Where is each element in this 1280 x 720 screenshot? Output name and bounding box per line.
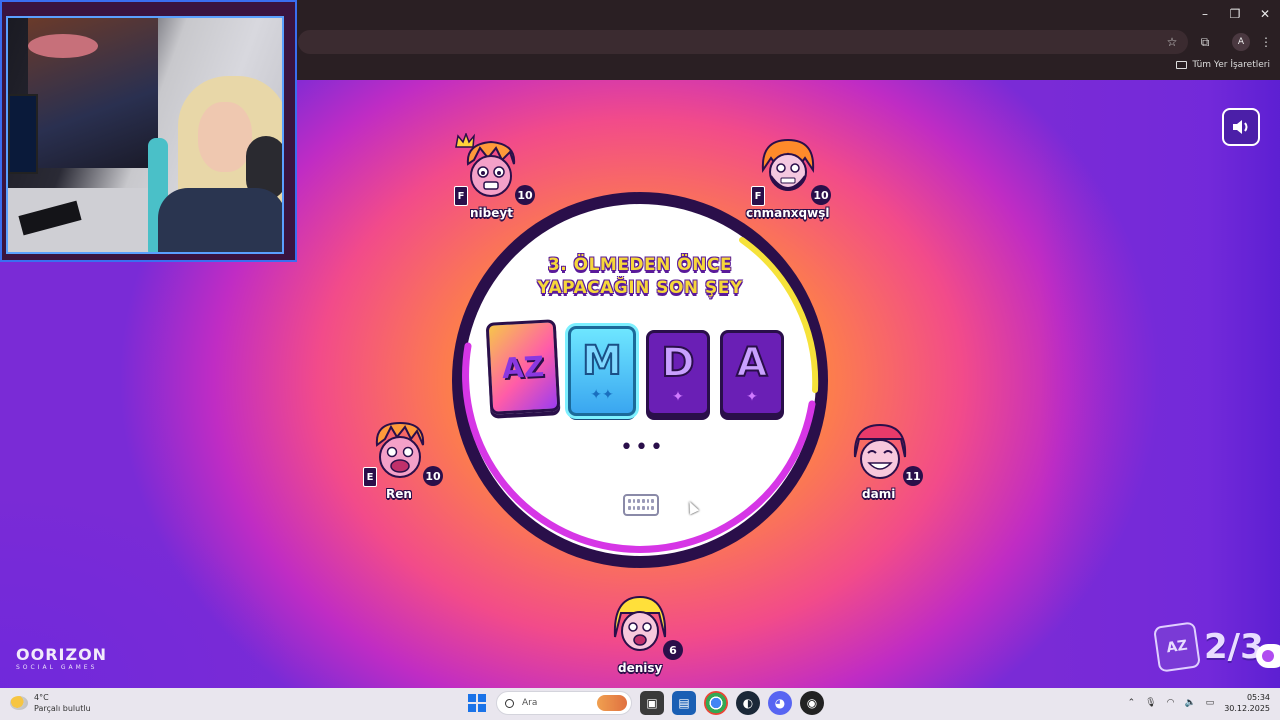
maximize-button[interactable]: ❐ <box>1220 0 1250 28</box>
keyboard-icon[interactable] <box>623 494 659 516</box>
start-button[interactable] <box>466 692 488 714</box>
star-icon[interactable]: ☆ <box>1163 33 1181 51</box>
sound-toggle-button[interactable] <box>1222 108 1260 146</box>
player-score: 10 <box>423 466 443 486</box>
all-bookmarks-link[interactable]: Tüm Yer İşaretleri <box>1176 60 1270 70</box>
player-name: cnmanxqwşl <box>746 206 830 220</box>
discord-icon[interactable]: ◕ <box>768 691 792 715</box>
folder-icon <box>1176 61 1188 69</box>
sparkle-icon: ✦ <box>672 389 684 405</box>
search-placeholder: Ara <box>522 698 538 708</box>
chrome-icon[interactable] <box>704 691 728 715</box>
search-icon <box>505 698 514 708</box>
webcam-person-hoodie <box>158 188 282 252</box>
question-text: 3. ÖLMEDEN ÖNCE YAPACAĞIN SON ŞEY <box>537 255 743 298</box>
minimize-button[interactable]: – <box>1190 0 1220 28</box>
player-badge: F <box>454 186 468 206</box>
player-score: 10 <box>811 185 831 205</box>
background-decoration <box>1040 80 1280 688</box>
webcam-monitor <box>8 94 38 174</box>
system-tray: ⌃ 🎙 ◠ 🔈 ▭ 05:34 30.12.2025 <box>1128 692 1270 714</box>
webcam-feed <box>6 16 284 254</box>
wifi-icon[interactable]: ◠ <box>1167 698 1175 708</box>
player-avatar-cnmanxqwsl <box>761 138 815 192</box>
letter-card-m[interactable]: M ✦✦ <box>568 326 636 416</box>
chevron-up-icon[interactable]: ⌃ <box>1128 698 1136 708</box>
player-avatar-ren <box>375 421 425 478</box>
taskbar-apps: Ara ▣ ▤ ◐ ◕ ◉ <box>466 691 824 715</box>
weather-description: Parçalı bulutlu <box>34 704 91 713</box>
side-panel-toggle[interactable] <box>1256 644 1280 668</box>
tile-letter: A <box>736 340 769 386</box>
speaker-icon[interactable]: 🔈 <box>1184 698 1195 708</box>
logo-name: OORIZON <box>16 645 108 664</box>
task-view-icon[interactable]: ▣ <box>640 691 664 715</box>
tile-letter: D <box>660 340 695 386</box>
window-controls: – ❐ ✕ <box>1190 0 1280 28</box>
player-avatar-nibeyt <box>466 140 516 197</box>
extensions-icon[interactable]: ⧉ <box>1196 33 1214 51</box>
webcam-hat <box>28 34 98 58</box>
player-name: Ren <box>386 487 412 501</box>
menu-icon[interactable]: ⋮ <box>1257 33 1275 51</box>
search-highlight-icon <box>597 695 627 711</box>
letter-shuffle-card[interactable]: AZ <box>485 319 561 415</box>
player-badge: E <box>363 467 377 487</box>
player-avatar-dami <box>853 423 907 479</box>
player-avatar-denisy <box>613 595 667 651</box>
player-score: 10 <box>515 185 535 205</box>
taskbar-search[interactable]: Ara <box>496 691 632 715</box>
steam-icon[interactable]: ◐ <box>736 691 760 715</box>
speaker-icon <box>1233 120 1248 134</box>
obs-icon[interactable]: ◉ <box>800 691 824 715</box>
player-score: 6 <box>663 640 683 660</box>
clock[interactable]: 05:34 30.12.2025 <box>1224 692 1270 714</box>
tile-az-label: AZ <box>501 349 545 385</box>
webcam-person-face <box>198 102 252 172</box>
sparkle-icon: ✦✦ <box>590 387 614 403</box>
clock-date: 30.12.2025 <box>1224 704 1270 713</box>
all-bookmarks-label: Tüm Yer İşaretleri <box>1192 60 1270 70</box>
letter-card-d[interactable]: D ✦ <box>646 330 710 416</box>
weather-temperature: 4°C <box>34 693 49 702</box>
oorizon-logo: OORIZON SOCIAL GAMES <box>16 645 136 671</box>
tile-letter: M <box>581 338 623 384</box>
battery-icon[interactable]: ▭ <box>1206 698 1215 708</box>
round-progress: AZ 2/3 <box>1153 621 1264 673</box>
webcam-overlay <box>0 0 297 262</box>
store-icon[interactable]: ▤ <box>672 691 696 715</box>
weather-widget[interactable]: 4°C Parçalı bulutlu <box>10 692 91 714</box>
logo-subtitle: SOCIAL GAMES <box>16 664 98 671</box>
taskbar: 4°C Parçalı bulutlu Ara ▣ ▤ ◐ ◕ ◉ ⌃ 🎙 ◠ … <box>0 688 1280 720</box>
player-score: 11 <box>903 466 923 486</box>
letter-card-a[interactable]: A ✦ <box>720 330 784 416</box>
close-button[interactable]: ✕ <box>1250 0 1280 28</box>
clock-time: 05:34 <box>1246 693 1270 702</box>
player-badge: F <box>751 186 765 206</box>
profile-avatar[interactable]: A <box>1232 33 1250 51</box>
partly-cloudy-icon <box>10 696 28 710</box>
mic-icon[interactable]: 🎙 <box>1145 698 1156 708</box>
player-name: nibeyt <box>470 206 513 220</box>
sparkle-icon: ✦ <box>746 389 758 405</box>
letter-shuffle-icon: AZ <box>1153 621 1201 673</box>
player-name: denisy <box>618 661 663 675</box>
address-bar[interactable] <box>298 30 1188 54</box>
round-counter: 2/3 <box>1204 627 1264 667</box>
player-name: dami <box>862 487 896 501</box>
typing-indicator: ••• <box>620 435 665 460</box>
